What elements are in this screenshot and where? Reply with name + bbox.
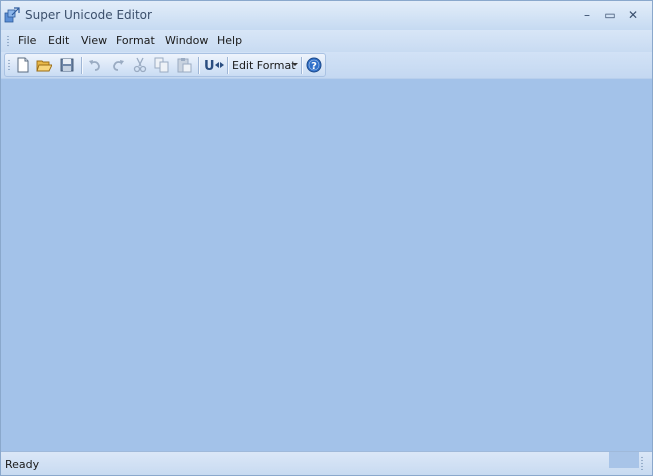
redo-icon bbox=[113, 60, 124, 71]
toolbar-separator bbox=[227, 57, 229, 74]
resize-grip-handle[interactable] bbox=[641, 456, 643, 470]
menu-help[interactable]: Help bbox=[217, 34, 242, 47]
open-button[interactable] bbox=[36, 57, 52, 73]
copy-icon bbox=[154, 57, 169, 73]
minimize-button[interactable]: – bbox=[577, 6, 597, 24]
toolbar-separator bbox=[81, 57, 83, 74]
close-button[interactable]: ✕ bbox=[623, 6, 643, 24]
unicode-label: U bbox=[204, 59, 215, 73]
status-panel bbox=[609, 452, 639, 468]
cut-button[interactable] bbox=[132, 57, 148, 73]
cut-icon bbox=[133, 57, 147, 73]
mdi-client-area[interactable] bbox=[1, 78, 652, 451]
toolbar-grip-handle[interactable] bbox=[8, 59, 10, 72]
edit-format-dropdown[interactable]: Edit Format bbox=[232, 59, 296, 72]
save-button[interactable] bbox=[59, 57, 75, 73]
paste-icon bbox=[177, 58, 192, 73]
unicode-button[interactable]: U bbox=[203, 57, 225, 73]
save-icon bbox=[60, 58, 74, 72]
svg-text:?: ? bbox=[311, 61, 317, 72]
paste-button[interactable] bbox=[176, 57, 192, 73]
copy-button[interactable] bbox=[154, 57, 170, 73]
menu-window[interactable]: Window bbox=[165, 34, 208, 47]
status-text: Ready bbox=[5, 458, 40, 471]
maximize-button[interactable]: ▭ bbox=[600, 6, 620, 24]
toolbar-separator bbox=[301, 57, 303, 74]
open-folder-icon bbox=[36, 60, 52, 72]
chevron-down-icon[interactable] bbox=[292, 63, 298, 66]
menu-edit[interactable]: Edit bbox=[48, 34, 69, 47]
menu-bar: File Edit View Format Window Help bbox=[1, 30, 652, 52]
help-button[interactable]: ? bbox=[306, 57, 322, 73]
toolbar-strip: U Edit Format ? bbox=[1, 52, 652, 78]
unicode-icon: U bbox=[204, 59, 224, 73]
status-bar: Ready bbox=[1, 451, 652, 475]
menu-view[interactable]: View bbox=[81, 34, 107, 47]
window-title: Super Unicode Editor bbox=[25, 8, 152, 22]
title-bar[interactable]: Super Unicode Editor – ▭ ✕ bbox=[1, 1, 652, 31]
new-document-icon bbox=[17, 57, 29, 73]
undo-icon bbox=[89, 60, 100, 71]
menu-file[interactable]: File bbox=[18, 34, 36, 47]
menu-format[interactable]: Format bbox=[116, 34, 155, 47]
undo-button[interactable] bbox=[87, 57, 103, 73]
standard-toolbar: U Edit Format ? bbox=[4, 53, 326, 77]
help-icon: ? bbox=[306, 57, 322, 73]
menu-grip-handle[interactable] bbox=[7, 35, 9, 47]
app-icon[interactable] bbox=[4, 7, 20, 23]
redo-button[interactable] bbox=[110, 57, 126, 73]
app-window: Super Unicode Editor – ▭ ✕ File Edit Vie… bbox=[0, 0, 653, 476]
toolbar-separator bbox=[198, 57, 200, 74]
new-document-button[interactable] bbox=[15, 57, 31, 73]
